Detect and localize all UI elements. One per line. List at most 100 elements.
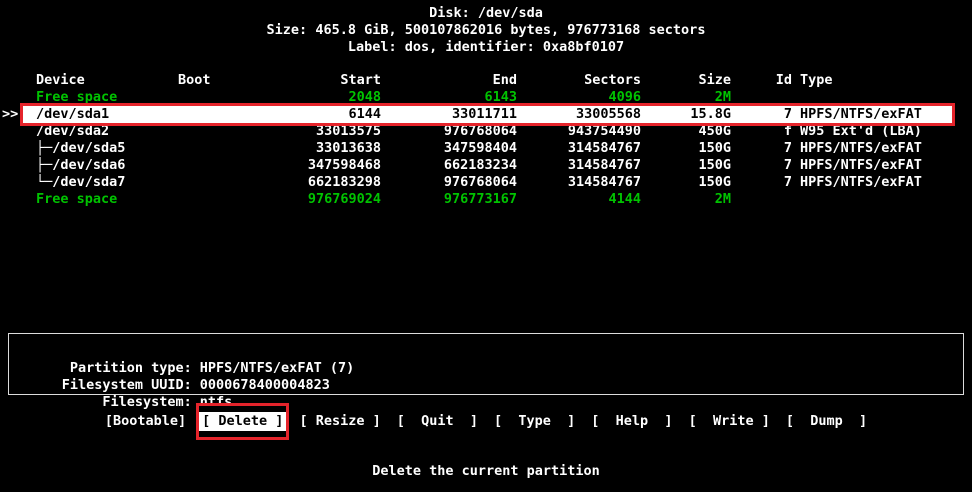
cell-start: 976769024 (238, 191, 381, 208)
status-line: Delete the current partition (0, 463, 972, 480)
menu-item-dump[interactable]: [ Dump ] (786, 413, 867, 430)
partition-row[interactable]: >>/dev/sda16144330117113300556815.8G7HPF… (0, 106, 972, 123)
cell-id: 7 (731, 157, 792, 174)
menu-item-write[interactable]: [ Write ] (689, 413, 770, 430)
column-header-id: Id (731, 72, 792, 89)
partition-row[interactable]: ├─/dev/sda634759846866218323431458476715… (0, 157, 972, 174)
column-header-type: Type (792, 72, 952, 89)
selection-marker-slot (0, 72, 23, 89)
cell-size: 150G (641, 140, 731, 157)
cell-start: 33013575 (238, 123, 381, 140)
partition-table-rows: Free space2048614340962M>>/dev/sda161443… (0, 89, 972, 208)
partition-row[interactable]: /dev/sda233013575976768064943754490450Gf… (0, 123, 972, 140)
cell-boot (178, 157, 238, 174)
menu-item-resize[interactable]: [ Resize ] (299, 413, 380, 430)
info-value: 0000678400004823 (200, 377, 330, 393)
cell-device: Free space (36, 191, 178, 208)
highlight-box: [ Delete ] (196, 403, 289, 440)
cell-start: 33013638 (238, 140, 381, 157)
cell-start: 6144 (238, 106, 381, 123)
info-label: Partition type: (60, 360, 192, 377)
menu-item-bootable[interactable]: [Bootable] (105, 413, 186, 430)
cell-device: /dev/sda1 (36, 106, 178, 123)
table-header-row: Device Boot Start End Sectors Size Id Ty… (0, 72, 972, 89)
menu-item-delete[interactable]: [ Delete ] (199, 412, 286, 431)
cell-device: ├─/dev/sda5 (36, 140, 178, 157)
cell-size: 15.8G (641, 106, 731, 123)
selection-marker: >> (0, 106, 23, 123)
info-label: Filesystem: (60, 394, 192, 411)
cell-size: 2M (641, 89, 731, 106)
disk-title: Disk: /dev/sda (0, 5, 972, 22)
info-value: HPFS/NTFS/exFAT (7) (200, 360, 354, 376)
cell-sectors: 4096 (517, 89, 641, 106)
cell-size: 150G (641, 157, 731, 174)
cell-device: Free space (36, 89, 178, 106)
selection-marker (0, 191, 23, 208)
cell-boot (178, 174, 238, 191)
selection-marker (0, 140, 23, 157)
cell-end: 33011711 (381, 106, 517, 123)
column-header-device: Device (36, 72, 178, 89)
partition-row[interactable]: ├─/dev/sda5 33013638347598404314584767150… (0, 140, 972, 157)
cell-device: └─/dev/sda7 (36, 174, 178, 191)
cell-end: 347598404 (381, 140, 517, 157)
cell-boot (178, 191, 238, 208)
cell-type: HPFS/NTFS/exFAT (792, 174, 952, 191)
cell-sectors: 943754490 (517, 123, 641, 140)
cell-size: 2M (641, 191, 731, 208)
selection-marker (0, 123, 23, 140)
column-header-size: Size (641, 72, 731, 89)
cell-type (792, 191, 952, 208)
cell-start: 347598468 (238, 157, 381, 174)
selection-marker (0, 174, 23, 191)
partition-row[interactable]: └─/dev/sda7 66218329897676806431458476715… (0, 174, 972, 191)
cell-boot (178, 89, 238, 106)
selection-marker (0, 157, 23, 174)
free-space-row[interactable]: Free space 97676902497677316741442M (0, 191, 972, 208)
menu-item-wrap: [ Help ] (591, 413, 672, 430)
column-header-boot: Boot (178, 72, 238, 89)
partition-info-box: Partition type: HPFS/NTFS/exFAT (7) Files… (8, 333, 964, 395)
cell-id: 7 (731, 140, 792, 157)
cell-type (792, 89, 952, 106)
menu-item-wrap: [ Resize ] (299, 413, 380, 430)
cell-id: f (731, 123, 792, 140)
cell-id (731, 191, 792, 208)
cell-device: /dev/sda2 (36, 123, 178, 140)
cell-sectors: 4144 (517, 191, 641, 208)
cell-boot (178, 140, 238, 157)
selection-marker (0, 89, 23, 106)
cell-sectors: 314584767 (517, 140, 641, 157)
cell-sectors: 33005568 (517, 106, 641, 123)
cell-end: 976773167 (381, 191, 517, 208)
disk-label-line: Label: dos, identifier: 0xa8bf0107 (0, 39, 972, 56)
cell-device: ├─/dev/sda6 (36, 157, 178, 174)
cell-end: 976768064 (381, 123, 517, 140)
disk-header: Disk: /dev/sda Size: 465.8 GiB, 50010786… (0, 5, 972, 56)
cell-sectors: 314584767 (517, 157, 641, 174)
cell-type: HPFS/NTFS/exFAT (792, 106, 952, 123)
cell-id (731, 89, 792, 106)
cell-sectors: 314584767 (517, 174, 641, 191)
column-header-start: Start (238, 72, 381, 89)
menu-item-wrap: [ Write ] (689, 413, 770, 430)
disk-size-line: Size: 465.8 GiB, 500107862016 bytes, 976… (0, 22, 972, 39)
cell-type: W95 Ext'd (LBA) (792, 123, 952, 140)
cell-start: 662183298 (238, 174, 381, 191)
menu-item-help[interactable]: [ Help ] (591, 413, 672, 430)
cell-type: HPFS/NTFS/exFAT (792, 140, 952, 157)
menu-item-quit[interactable]: [ Quit ] (397, 413, 478, 430)
cell-boot (178, 123, 238, 140)
menu-item-type[interactable]: [ Type ] (494, 413, 575, 430)
cfdisk-screen: Disk: /dev/sda Size: 465.8 GiB, 50010786… (0, 0, 972, 492)
cell-size: 150G (641, 174, 731, 191)
column-header-sectors: Sectors (517, 72, 641, 89)
cell-type: HPFS/NTFS/exFAT (792, 157, 952, 174)
menu-item-wrap: [ Type ] (494, 413, 575, 430)
free-space-row[interactable]: Free space2048614340962M (0, 89, 972, 106)
cell-end: 976768064 (381, 174, 517, 191)
cell-end: 6143 (381, 89, 517, 106)
menu-item-wrap: [ Quit ] (397, 413, 478, 430)
info-label: Filesystem UUID: (60, 377, 192, 394)
